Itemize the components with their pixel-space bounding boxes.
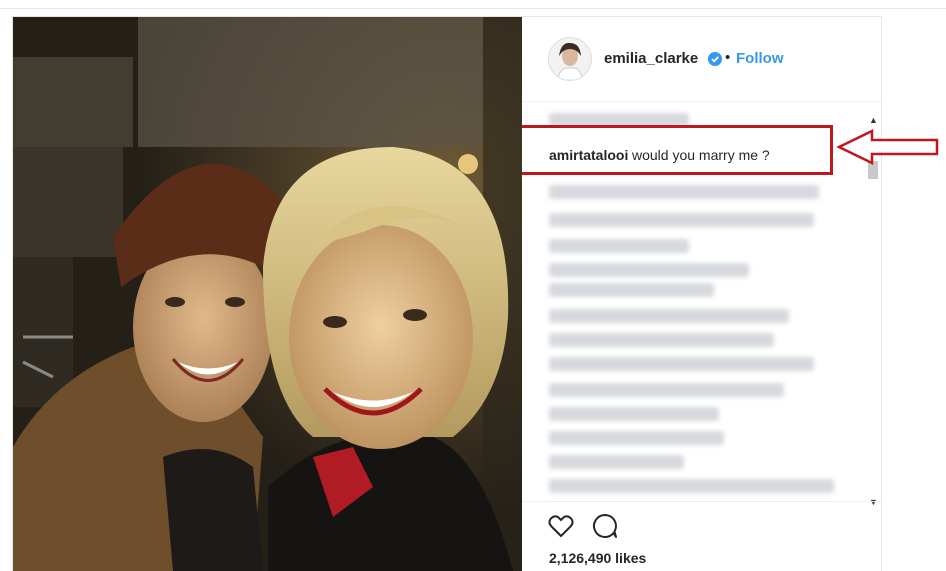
comment-icon[interactable] — [592, 513, 618, 539]
blurred-comment — [549, 213, 814, 227]
blurred-comment — [549, 333, 774, 347]
avatar[interactable] — [548, 37, 592, 81]
post-actions: 2,126,490 likes — [522, 501, 881, 571]
comment-username[interactable]: amirtatalooi — [549, 147, 628, 163]
profile-username[interactable]: emilia_clarke — [604, 50, 698, 67]
blurred-comment — [549, 407, 719, 421]
separator-dot: • — [725, 49, 731, 66]
blurred-comment — [549, 357, 814, 371]
scroll-up-icon[interactable]: ▲ — [869, 115, 878, 125]
blurred-comment — [549, 479, 834, 493]
likes-count[interactable]: 2,126,490 likes — [549, 550, 646, 566]
post-header: emilia_clarke • Follow — [522, 17, 881, 102]
comment-text: would you marry me ? — [632, 147, 770, 163]
blurred-comment — [549, 383, 784, 397]
post-sidebar: emilia_clarke • Follow amirtatalooi woul… — [522, 17, 881, 571]
post-card: emilia_clarke • Follow amirtatalooi woul… — [12, 16, 882, 571]
heart-icon[interactable] — [548, 514, 574, 538]
post-photo — [13, 17, 522, 571]
blurred-comment — [549, 239, 689, 253]
blurred-comment — [549, 455, 684, 469]
blurred-comment — [549, 185, 819, 199]
verified-badge-icon — [708, 52, 722, 66]
follow-button[interactable]: Follow — [736, 50, 784, 67]
blurred-comment — [549, 309, 789, 323]
blurred-comment — [549, 431, 724, 445]
blurred-comment — [549, 283, 714, 297]
arrow-left-icon — [836, 129, 939, 165]
blurred-comment — [549, 263, 749, 277]
comments-scrollbar[interactable]: ▲ ▼ — [866, 115, 880, 507]
top-divider — [0, 8, 946, 9]
